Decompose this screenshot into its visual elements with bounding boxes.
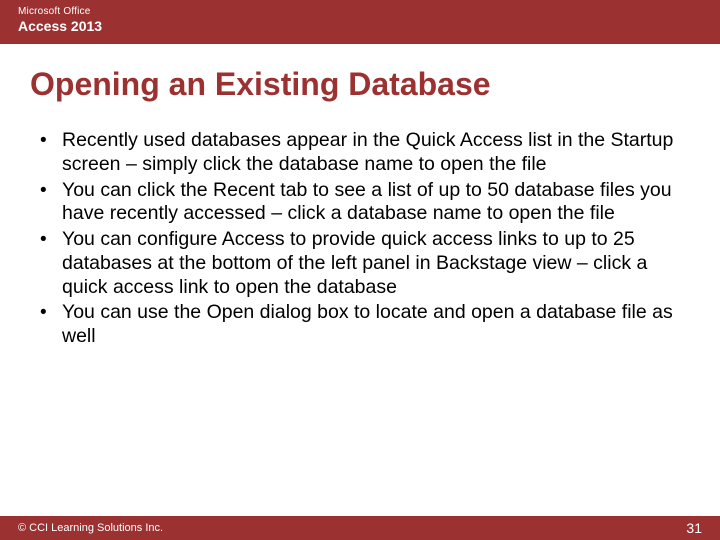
header-band: Microsoft Office Access 2013 <box>0 0 720 44</box>
list-item: Recently used databases appear in the Qu… <box>34 129 686 177</box>
page-number: 31 <box>686 520 702 536</box>
list-item: You can configure Access to provide quic… <box>34 228 686 299</box>
list-item: You can use the Open dialog box to locat… <box>34 301 686 349</box>
page-title: Opening an Existing Database <box>0 44 720 111</box>
copyright-label: © CCI Learning Solutions Inc. <box>18 522 163 534</box>
product-label: Access 2013 <box>18 18 702 34</box>
body-content: Recently used databases appear in the Qu… <box>0 111 720 516</box>
slide: Microsoft Office Access 2013 Opening an … <box>0 0 720 540</box>
list-item: You can click the Recent tab to see a li… <box>34 179 686 227</box>
footer-band: © CCI Learning Solutions Inc. 31 <box>0 516 720 540</box>
brand-label: Microsoft Office <box>18 6 702 17</box>
bullet-list: Recently used databases appear in the Qu… <box>34 129 686 349</box>
